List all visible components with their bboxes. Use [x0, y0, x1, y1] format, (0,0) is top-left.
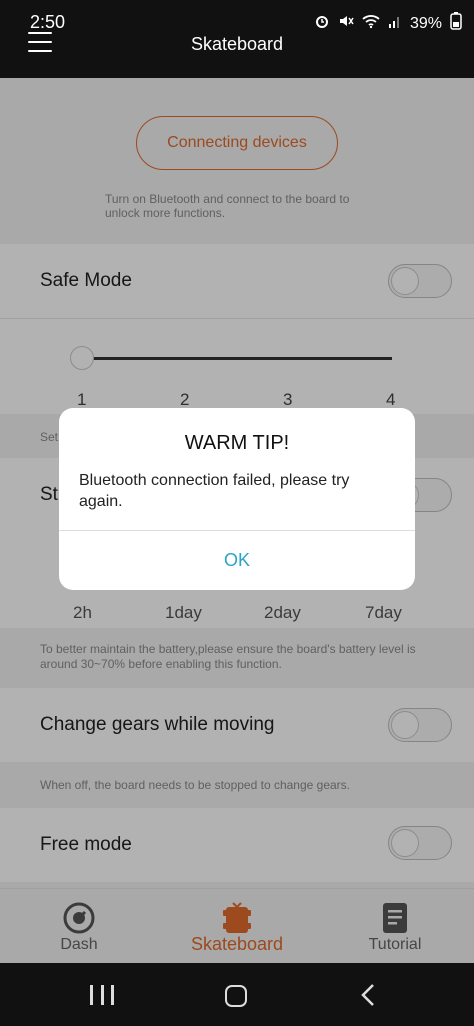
dialog-title: WARM TIP! [184, 432, 290, 454]
system-nav-bar [0, 963, 474, 1026]
battery-percent: 39% [409, 14, 442, 32]
warm-tip-dialog: WARM TIP! Bluetooth connection failed, p… [59, 408, 415, 590]
wifi-icon [362, 13, 380, 34]
battery-icon [450, 12, 462, 35]
status-bar: 2:50 39% Skateboard [0, 0, 474, 78]
status-icons: 39% [314, 12, 462, 35]
ok-button[interactable]: OK [59, 531, 415, 590]
signal-icon [388, 13, 402, 34]
back-icon[interactable] [360, 983, 376, 1007]
alarm-icon [314, 13, 330, 34]
home-icon[interactable] [225, 985, 247, 1007]
status-time: 2:50 [30, 12, 66, 32]
dialog-message: Bluetooth connection failed, please try … [79, 472, 350, 510]
mute-icon [338, 13, 354, 34]
page-title: Skateboard [190, 34, 284, 54]
recent-apps-icon[interactable] [90, 985, 114, 1005]
